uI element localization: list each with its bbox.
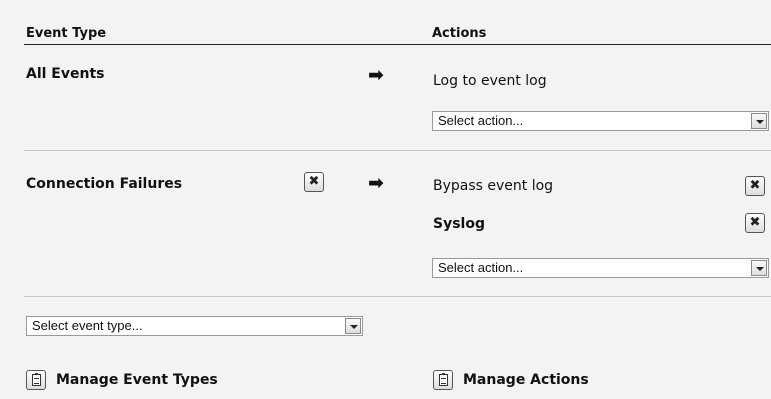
rule-separator: [24, 296, 771, 297]
clipboard-icon: [26, 370, 46, 390]
manage-event-types-button[interactable]: Manage Event Types: [26, 370, 218, 390]
manage-actions-label: Manage Actions: [463, 372, 589, 388]
actions-header: Actions: [432, 26, 487, 41]
close-icon: ✖: [749, 178, 761, 193]
action-bypass-event-log: Bypass event log: [433, 178, 554, 194]
close-icon: ✖: [308, 174, 320, 189]
chevron-down-icon: [751, 260, 767, 276]
event-label-all-events: All Events: [26, 66, 105, 82]
remove-action-button[interactable]: ✖: [745, 176, 765, 196]
manage-event-types-label: Manage Event Types: [56, 372, 218, 388]
manage-actions-button[interactable]: Manage Actions: [433, 370, 589, 390]
close-icon: ✖: [749, 215, 761, 230]
select-event-type-text: Select event type...: [32, 318, 143, 333]
remove-event-button[interactable]: ✖: [304, 172, 324, 192]
select-action-dropdown-2[interactable]: Select action...: [432, 258, 769, 278]
remove-action-button[interactable]: ✖: [745, 213, 765, 233]
right-arrow-icon: ➡: [368, 172, 384, 194]
action-log-to-event-log: Log to event log: [433, 73, 547, 89]
select-event-type-dropdown[interactable]: Select event type...: [26, 316, 363, 336]
event-label-connection-failures: Connection Failures: [26, 176, 183, 192]
event-type-header: Event Type: [26, 26, 107, 41]
action-syslog: Syslog: [433, 216, 485, 232]
chevron-down-icon: [345, 318, 361, 334]
clipboard-icon: [433, 370, 453, 390]
header-rule: [24, 44, 771, 45]
select-action-dropdown-1[interactable]: Select action...: [432, 111, 769, 131]
right-arrow-icon: ➡: [368, 64, 384, 86]
select-action-text: Select action...: [438, 260, 524, 275]
chevron-down-icon: [751, 113, 767, 129]
rule-separator: [24, 150, 771, 151]
select-action-text: Select action...: [438, 113, 524, 128]
